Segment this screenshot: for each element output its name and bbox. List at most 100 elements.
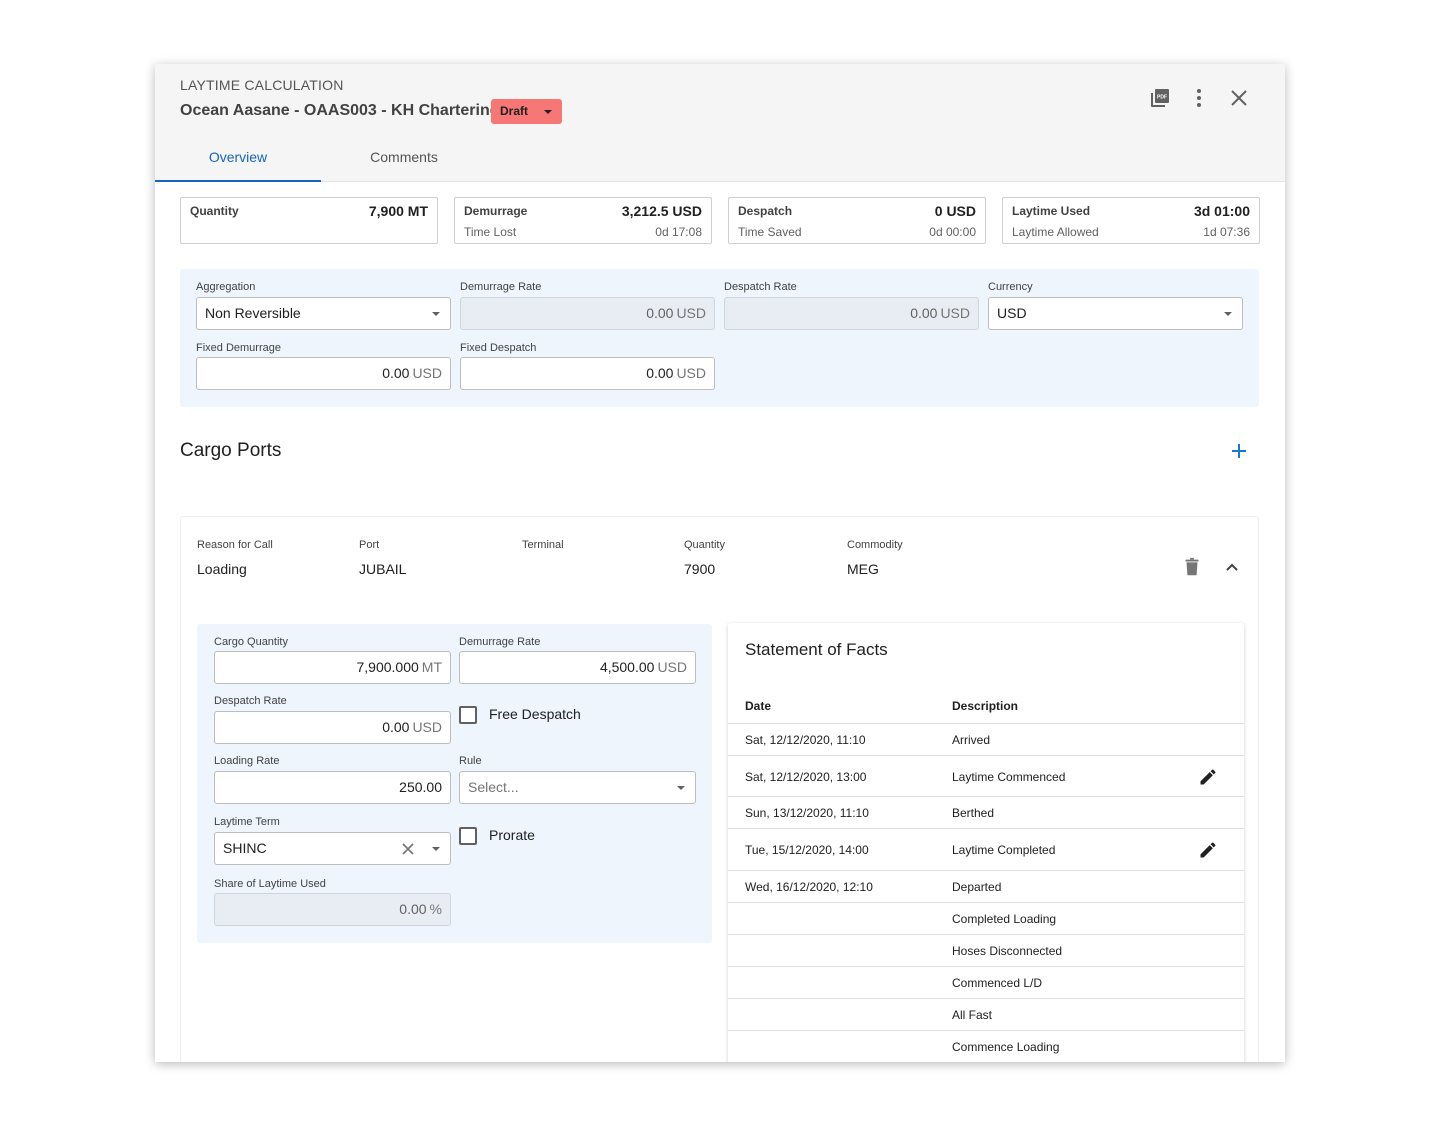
summary-quantity: Quantity 7,900 MT [180, 197, 438, 244]
share-laytime-used-label: Share of Laytime Used [214, 878, 326, 890]
sof-description: Berthed [952, 806, 995, 820]
aggregation-select[interactable]: Non Reversible [196, 297, 451, 330]
chevron-up-icon[interactable] [1222, 557, 1242, 577]
prorate-checkbox[interactable] [459, 827, 477, 845]
close-icon[interactable] [1227, 86, 1251, 110]
fixed-demurrage-value: 0.00 [382, 365, 410, 381]
cargo-quantity-label: Cargo Quantity [214, 636, 288, 648]
despatch-rate-value: 0.00 [910, 305, 938, 321]
unit-label: USD [412, 365, 442, 381]
currency-select[interactable]: USD [988, 297, 1243, 330]
free-despatch-checkbox[interactable] [459, 706, 477, 724]
plus-icon[interactable] [1229, 441, 1249, 461]
free-despatch-label: Free Despatch [489, 706, 581, 722]
summary-label: Quantity [190, 204, 239, 218]
port-despatch-rate-label: Despatch Rate [214, 695, 287, 707]
summary-despatch: Despatch 0 USD Time Saved 0d 00:00 [728, 197, 986, 244]
laytime-term-value: SHINC [223, 840, 267, 856]
more-vert-icon[interactable] [1187, 86, 1211, 110]
sof-description: Commenced L/D [952, 976, 1043, 990]
sof-description: Completed Loading [952, 912, 1057, 926]
sof-row: All Fast [728, 998, 1244, 1030]
sof-description: Hoses Disconnected [952, 944, 1063, 958]
sof-row: Commenced L/D [728, 966, 1244, 998]
fixed-demurrage-field[interactable]: 0.00 USD [196, 357, 451, 390]
sof-row: Sat, 12/12/2020, 11:10 Arrived [728, 723, 1244, 755]
commodity-value: MEG [847, 561, 879, 577]
summary-label: Despatch [738, 204, 793, 218]
dropdown-arrow-icon [1224, 312, 1232, 316]
sof-row: Hoses Disconnected [728, 934, 1244, 966]
port-despatch-rate-value: 0.00 [382, 719, 410, 735]
edit-icon[interactable] [1198, 767, 1218, 787]
summary-value: 7,900 MT [368, 203, 428, 219]
fixed-demurrage-label: Fixed Demurrage [196, 342, 281, 354]
sof-description: Commence Loading [952, 1040, 1060, 1054]
aggregation-value: Non Reversible [205, 305, 301, 321]
fixed-despatch-label: Fixed Despatch [460, 342, 537, 354]
edit-icon[interactable] [1198, 840, 1218, 860]
clear-icon[interactable] [400, 841, 416, 857]
sof-row: Sun, 13/12/2020, 11:10 Berthed [728, 796, 1244, 828]
unit-label: USD [657, 659, 687, 675]
sof-row: Commence Loading [728, 1030, 1244, 1062]
port-demurrage-rate-field[interactable]: 4,500.00 USD [459, 651, 696, 684]
port-despatch-rate-field[interactable]: 0.00 USD [214, 711, 451, 744]
unit-label: % [429, 901, 442, 917]
quantity-label: Quantity [684, 539, 725, 551]
sof-row: Completed Loading [728, 902, 1244, 934]
sof-description: Arrived [952, 733, 991, 747]
laytime-dialog: LAYTIME CALCULATION Ocean Aasane - OAAS0… [155, 64, 1285, 1062]
dialog-title: LAYTIME CALCULATION [180, 77, 344, 93]
status-dropdown[interactable]: Draft [491, 99, 562, 124]
calculation-settings-panel: Aggregation Non Reversible Demurrage Rat… [180, 269, 1259, 407]
sof-header-description: Description [952, 699, 1019, 713]
demurrage-rate-field: 0.00 USD [460, 297, 715, 330]
statement-of-facts-card: Statement of Facts Date Description Sat,… [728, 623, 1244, 1062]
port-details-panel: Cargo Quantity 7,900.000 MT Demurrage Rat… [197, 624, 712, 943]
laytime-term-select[interactable]: SHINC [214, 832, 451, 865]
aggregation-label: Aggregation [196, 281, 256, 293]
tab-overview[interactable]: Overview [155, 148, 321, 182]
summary-laytime-used: Laytime Used 3d 01:00 Laytime Allowed 1d… [1002, 197, 1260, 244]
tab-comments[interactable]: Comments [321, 148, 487, 182]
loading-rate-field[interactable]: 250.00 [214, 771, 451, 804]
sof-row: Sat, 12/12/2020, 13:00 Laytime Commenced [728, 755, 1244, 796]
reason-for-call-label: Reason for Call [197, 539, 273, 551]
fixed-despatch-field[interactable]: 0.00 USD [460, 357, 715, 390]
summary-sub-value: 0d 00:00 [929, 225, 976, 239]
share-laytime-used-field: 0.00% [214, 893, 451, 926]
rule-select[interactable]: Select... [459, 771, 696, 804]
port-demurrage-rate-label: Demurrage Rate [459, 636, 541, 648]
laytime-term-label: Laytime Term [214, 816, 280, 828]
terminal-label: Terminal [522, 539, 564, 551]
rule-placeholder: Select... [468, 779, 519, 795]
loading-rate-value: 250.00 [399, 779, 442, 795]
sof-row: Tue, 15/12/2020, 14:00 Laytime Completed [728, 828, 1244, 870]
cargo-quantity-field[interactable]: 7,900.000 MT [214, 651, 451, 684]
despatch-rate-label: Despatch Rate [724, 281, 797, 293]
svg-text:PDF: PDF [1157, 95, 1167, 101]
sof-date: Sat, 12/12/2020, 13:00 [745, 770, 867, 784]
summary-sub-label: Laytime Allowed [1012, 225, 1099, 239]
sof-description: All Fast [952, 1008, 993, 1022]
summary-sub-value: 0d 17:08 [655, 225, 702, 239]
dropdown-arrow-icon [432, 847, 440, 851]
currency-label: Currency [988, 281, 1033, 293]
summary-label: Demurrage [464, 204, 528, 218]
demurrage-rate-label: Demurrage Rate [460, 281, 542, 293]
dialog-header: LAYTIME CALCULATION Ocean Aasane - OAAS0… [155, 64, 1285, 182]
demurrage-rate-value: 0.00 [646, 305, 674, 321]
summary-value: 3,212.5 USD [621, 203, 702, 219]
sof-description: Laytime Completed [952, 843, 1056, 857]
delete-icon[interactable] [1181, 556, 1203, 578]
fixed-despatch-value: 0.00 [646, 365, 674, 381]
cargo-ports-title: Cargo Ports [180, 440, 282, 461]
summary-value: 0 USD [934, 203, 976, 219]
pdf-icon[interactable]: PDF [1148, 86, 1172, 110]
summary-sub-label: Time Saved [738, 225, 802, 239]
port-label: Port [359, 539, 380, 551]
unit-label: MT [421, 659, 442, 675]
sof-description: Departed [952, 880, 1002, 894]
despatch-rate-field: 0.00 USD [724, 297, 979, 330]
